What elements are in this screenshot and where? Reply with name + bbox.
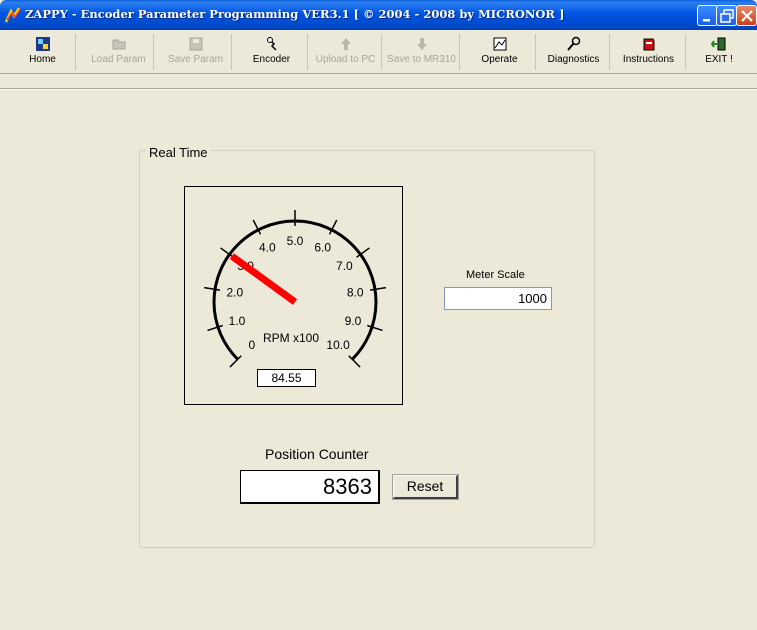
down-arrow-icon [416,38,427,50]
toolbar-load-param-button[interactable]: Load Param [84,34,154,70]
gauge-tick-label: 5.0 [287,234,304,248]
gauge-tick-label: 0 [249,338,256,352]
home-icon [35,37,50,51]
toolbar-separator [0,88,757,90]
gauge-tick [204,286,221,291]
toolbar-upload-to-pc-button[interactable]: Upload to PC [310,34,382,70]
close-icon [741,10,753,22]
gauge-tick-label: 9.0 [345,314,362,328]
folder-icon [112,39,125,50]
reset-button[interactable]: Reset [392,474,459,500]
toolbar-diagnostics-button[interactable]: Diagnostics [538,34,610,70]
gauge-tick-label: 2.0 [226,286,243,300]
disk-icon [189,37,202,51]
toolbar-home-button[interactable]: Home [10,34,76,70]
meter-scale-label: Meter Scale [466,269,525,281]
gauge-tick-label: 1.0 [229,314,246,328]
position-counter-value: 8363 [240,470,380,504]
book-icon [643,38,654,51]
position-counter-label: Position Counter [265,446,369,462]
restore-icon [720,9,734,23]
toolbar-instructions-button[interactable]: Instructions [612,34,686,70]
toolbar-exit-button[interactable]: EXIT ! [690,34,748,70]
maximize-button[interactable] [716,5,737,26]
gauge-tick [369,286,386,291]
meter-scale-input[interactable]: 1000 [444,287,552,310]
encoder-icon [266,37,277,51]
gauge-tick-label: 7.0 [336,259,353,273]
toolbar-encoder-button[interactable]: Encoder [236,34,308,70]
gauge-tick-label: 8.0 [347,286,364,300]
app-window: ZAPPY - Encoder Parameter Programming VE… [0,0,757,630]
exit-door-icon [711,37,726,51]
real-time-group-title: Real Time [146,145,211,160]
toolbar-save-to-mr310-button[interactable]: Save to MR310 [384,34,460,70]
gauge-tick-label: 6.0 [314,241,331,255]
up-arrow-icon [340,38,351,50]
gauge-tick-label: 4.0 [259,241,276,255]
close-button[interactable] [736,5,757,26]
window-title: ZAPPY - Encoder Parameter Programming VE… [25,7,565,21]
gauge-unit-label: RPM x100 [263,331,319,345]
toolbar-save-param-button[interactable]: Save Param [160,34,232,70]
wrench-icon [566,36,580,51]
app-logo-icon [5,7,21,23]
toolbar-operate-button[interactable]: Operate [464,34,536,70]
rpm-value-display: 84.55 [257,369,316,387]
main-toolbar: Home Load Param Save Param Encoder Uploa… [0,30,757,74]
title-bar[interactable]: ZAPPY - Encoder Parameter Programming VE… [0,0,757,30]
gauge-tick-label: 10.0 [326,338,350,352]
operate-icon [493,37,506,51]
minimize-button[interactable] [697,5,718,26]
